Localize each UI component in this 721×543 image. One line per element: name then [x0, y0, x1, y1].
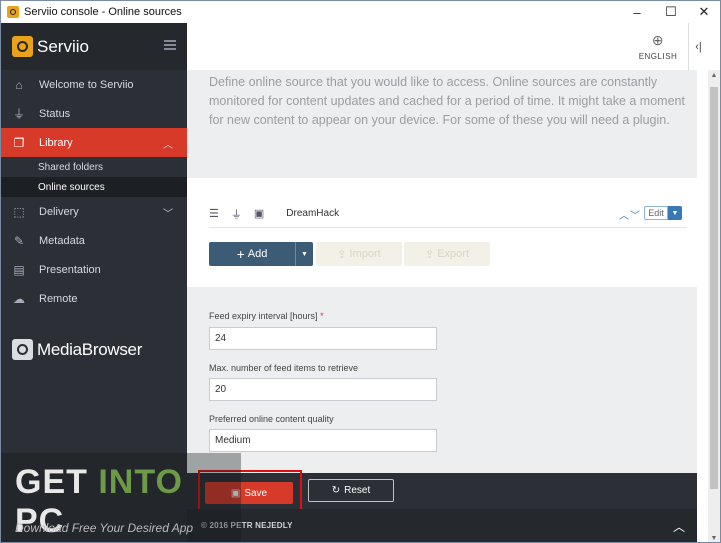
watermark-get: GET — [15, 463, 99, 501]
action-bar: ▣ Save ↻ Reset — [187, 470, 697, 511]
plus-icon: + — [236, 246, 245, 262]
language-label: ENGLISH — [638, 52, 678, 61]
mediabrowser-logo-icon — [12, 339, 33, 360]
required-marker: * — [320, 311, 324, 321]
reset-button[interactable]: ↻ Reset — [308, 479, 394, 502]
sidebar-item-label: Library — [39, 136, 73, 149]
drag-handle-icon[interactable]: ☰ — [209, 207, 219, 220]
scrollbar-thumb[interactable] — [710, 87, 718, 489]
sidebar-item-presentation[interactable]: ▤ Presentation — [1, 255, 187, 284]
export-button-label: Export — [437, 248, 469, 260]
page-description: Define online source that you would like… — [187, 70, 697, 178]
list-item[interactable]: ☰ ⏚ ▣ DreamHack ︿﹀ Edit ▼ — [209, 200, 687, 228]
minimize-button[interactable]: – — [620, 1, 654, 23]
reset-icon: ↻ — [331, 485, 341, 496]
serviio-logo-icon — [12, 36, 33, 57]
brand-name: Serviio — [37, 36, 89, 56]
sidebar-item-label: Delivery — [39, 205, 79, 218]
sidebar-item-label: Presentation — [39, 263, 101, 276]
main-panel: ⊕ ENGLISH ‹| Define online source that y… — [187, 23, 708, 542]
source-name: DreamHack — [286, 208, 340, 219]
import-icon: ⇪ — [337, 248, 347, 261]
slides-icon: ▤ — [13, 262, 25, 277]
cloud-icon: ☁ — [13, 291, 25, 306]
sidebar-item-remote[interactable]: ☁ Remote — [1, 284, 187, 313]
export-icon: ⇪ — [424, 248, 435, 261]
sidebar-item-metadata[interactable]: ✎ Metadata — [1, 226, 187, 255]
footer: © 2016 PETR NEJEDLY ︿ — [187, 509, 697, 542]
sidebar-item-label: Welcome to Serviio — [39, 78, 134, 91]
library-icon: ❐ — [13, 135, 25, 150]
maximize-button[interactable]: ☐ — [654, 1, 688, 23]
collapse-panel-button[interactable]: ‹| — [688, 23, 708, 70]
edit-button[interactable]: Edit — [644, 206, 668, 220]
watermark: GET INTO PC Download Free Your Desired A… — [1, 453, 241, 542]
add-button[interactable]: + Add — [209, 242, 295, 266]
film-icon: ▣ — [253, 208, 265, 220]
sidebar-item-label: Metadata — [39, 234, 85, 247]
sidebar-item-label: Remote — [39, 292, 78, 305]
language-selector[interactable]: ⊕ ENGLISH — [628, 23, 688, 70]
chevron-up-icon: ︿ — [163, 140, 173, 151]
close-button[interactable]: ✕ — [687, 1, 720, 23]
edit-icon: ✎ — [13, 233, 25, 248]
sidebar-item-delivery[interactable]: ⬚ Delivery ﹀ — [1, 197, 187, 226]
sidebar-item-welcome[interactable]: ⌂ Welcome to Serviio — [1, 70, 187, 99]
cube-icon: ⬚ — [13, 204, 25, 219]
plug-icon: ⏚ — [230, 208, 242, 221]
watermark-tagline: Download Free Your Desired App — [15, 521, 194, 535]
feed-expiry-field[interactable]: 24 — [209, 327, 437, 350]
move-up-down-icon[interactable]: ︿﹀ — [619, 207, 641, 222]
window-title: Serviio console - Online sources — [24, 6, 182, 18]
watermark-into: INTO — [98, 463, 183, 501]
reset-button-label: Reset — [344, 485, 371, 496]
max-items-field[interactable]: 20 — [209, 378, 437, 401]
import-button[interactable]: ⇪ Import — [316, 242, 402, 266]
scroll-down-icon[interactable]: ▼ — [708, 535, 720, 542]
max-items-label: Max. number of feed items to retrieve — [209, 363, 359, 373]
feed-expiry-label-text: Feed expiry interval [hours] — [209, 311, 318, 321]
title-bar: Serviio console - Online sources – ☐ ✕ — [1, 1, 720, 23]
mediabrowser-label: MediaBrowser — [37, 339, 143, 359]
app-icon — [7, 6, 19, 18]
sidebar-item-library[interactable]: ❐ Library ︿ — [1, 128, 187, 157]
mediabrowser-link[interactable]: MediaBrowser — [1, 339, 187, 360]
app-window: Serviio console - Online sources – ☐ ✕ S… — [0, 0, 721, 543]
export-button[interactable]: ⇪ Export — [404, 242, 490, 266]
scroll-up-icon[interactable]: ▲ — [708, 72, 720, 79]
scrollbar[interactable]: ▲ ▼ — [708, 70, 720, 542]
top-bar: ⊕ ENGLISH ‹| — [187, 23, 708, 70]
feed-expiry-label: Feed expiry interval [hours] * — [209, 311, 324, 321]
save-button-label: Save — [244, 487, 268, 499]
add-button-label: Add — [247, 248, 268, 260]
quality-field[interactable]: Medium — [209, 429, 437, 452]
import-button-label: Import — [349, 248, 381, 260]
caret-down-icon[interactable]: ▼ — [668, 206, 682, 220]
globe-icon: ⊕ — [651, 32, 665, 48]
brand-header: Serviio — [1, 23, 187, 70]
quality-label: Preferred online content quality — [209, 414, 334, 424]
plug-icon: ⏚ — [12, 107, 25, 121]
online-sources-list: ☰ ⏚ ▣ DreamHack ︿﹀ Edit ▼ + Add ▼ ⇪ Impo… — [187, 178, 697, 287]
settings-form: Feed expiry interval [hours] * 24 Max. n… — [187, 287, 697, 473]
sidebar-item-status[interactable]: ⏚ Status — [1, 99, 187, 128]
scroll-top-icon[interactable]: ︿ — [673, 518, 685, 535]
sidebar-item-label: Status — [39, 107, 71, 120]
hamburger-menu-icon[interactable] — [164, 40, 176, 50]
home-icon: ⌂ — [15, 77, 23, 92]
sidebar-subitem-shared-folders[interactable]: Shared folders — [1, 157, 187, 177]
sidebar-subitem-online-sources[interactable]: Online sources — [1, 177, 187, 197]
chevron-down-icon: ﹀ — [163, 209, 173, 220]
add-dropdown-button[interactable]: ▼ — [295, 242, 313, 266]
